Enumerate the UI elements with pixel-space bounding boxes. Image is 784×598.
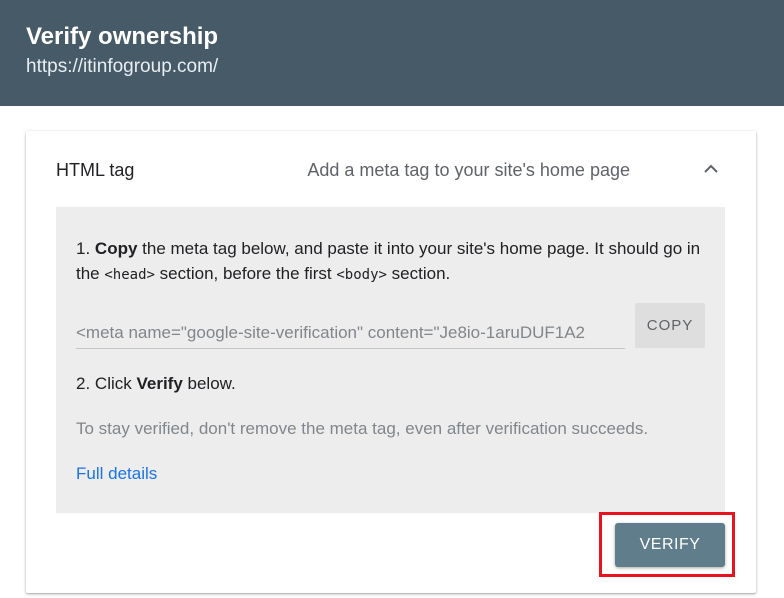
head-tag-code: <head> [104, 267, 155, 283]
step-2-suffix: below. [182, 374, 236, 393]
stay-verified-note: To stay verified, don't remove the meta … [76, 419, 649, 438]
step-2-text: 2. Click Verify below. [76, 371, 236, 396]
step-2-number: 2. [76, 374, 91, 393]
step-2-action: Verify [136, 374, 183, 393]
property-url: https://itinfogroup.com/ [26, 56, 219, 77]
step-1-text-c: section. [386, 264, 451, 283]
collapse-button[interactable] [696, 155, 726, 185]
method-title: HTML tag [56, 160, 135, 180]
chevron-up-icon [704, 164, 718, 173]
verify-button[interactable]: VERIFY [615, 523, 725, 567]
copy-button[interactable]: COPY [635, 303, 705, 348]
meta-tag-field[interactable] [76, 320, 625, 349]
instructions-panel: 1. Copy the meta tag below, and paste it… [56, 207, 725, 513]
page-header: Verify ownership https://itinfogroup.com… [0, 0, 784, 106]
step-2-prefix: Click [90, 374, 137, 393]
step-1-text-b: section, before the first [154, 264, 337, 283]
verification-method-card: HTML tag Add a meta tag to your site's h… [26, 131, 756, 593]
step-1-text: 1. Copy the meta tag below, and paste it… [76, 236, 716, 288]
step-1-number: 1. [76, 239, 91, 258]
step-1-action: Copy [94, 239, 138, 258]
page-title: Verify ownership [26, 23, 219, 50]
method-section-header[interactable]: HTML tag Add a meta tag to your site's h… [26, 131, 756, 207]
body-tag-code: <body> [336, 267, 387, 283]
meta-tag-input[interactable] [76, 320, 625, 346]
method-description: Add a meta tag to your site's home page [307, 160, 630, 180]
full-details-link[interactable]: Full details [76, 461, 157, 486]
